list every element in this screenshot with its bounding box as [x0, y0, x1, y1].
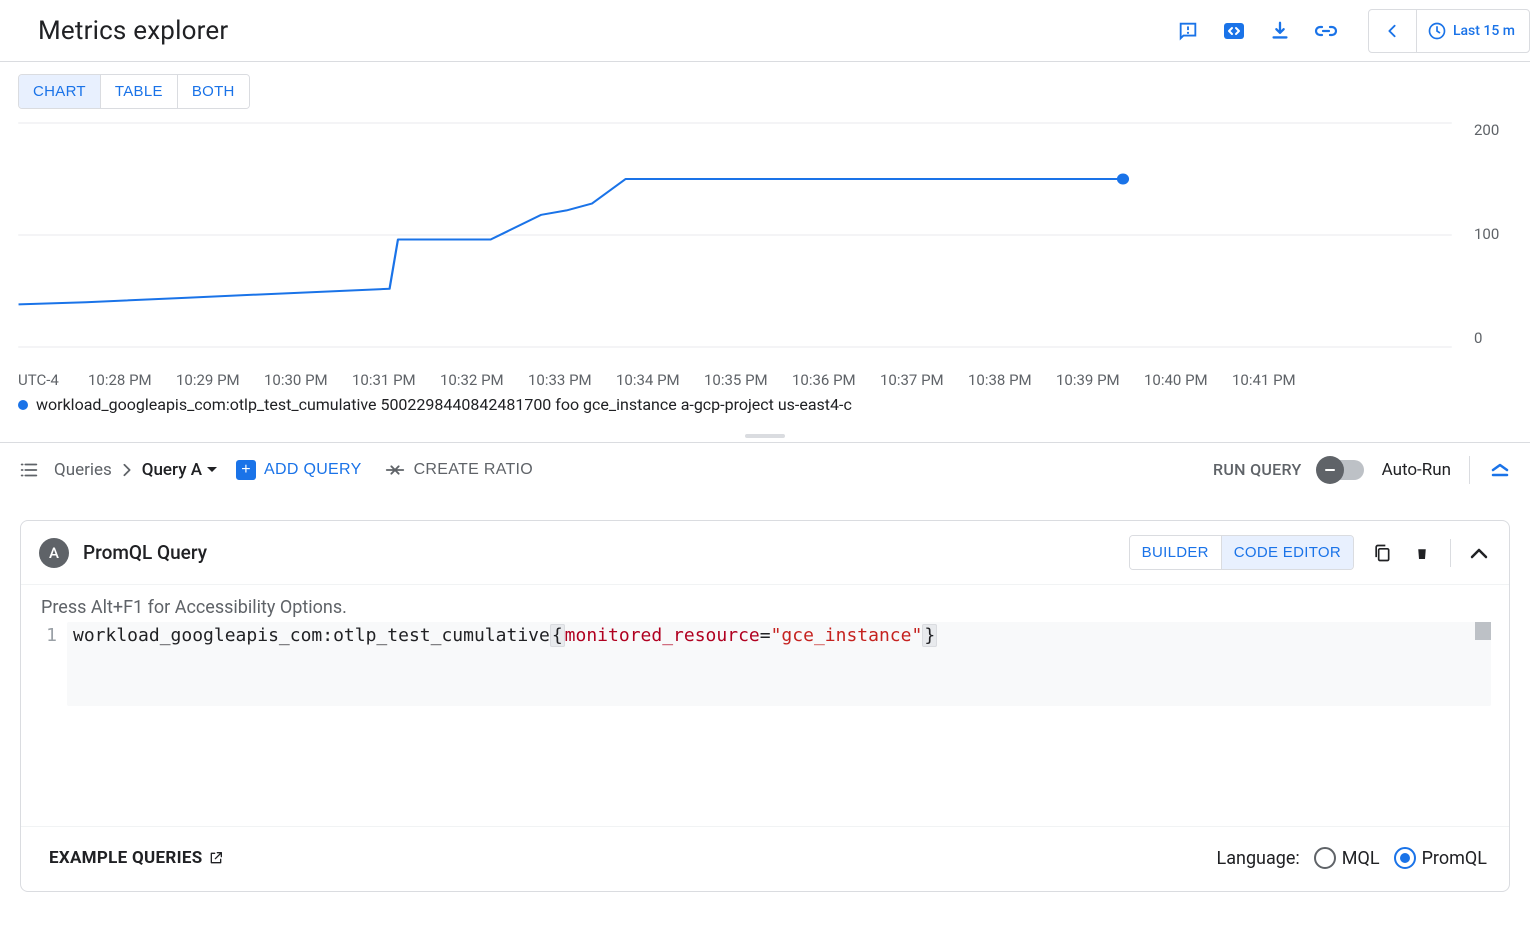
language-label: Language:: [1217, 848, 1300, 869]
y-tick: 200: [1474, 121, 1499, 139]
code-editor-button[interactable]: CODE EDITOR: [1221, 536, 1353, 569]
breadcrumb: Queries Query A: [54, 460, 218, 480]
x-tick: 10:34 PM: [616, 371, 704, 389]
minimap-scrollbar[interactable]: [1475, 622, 1491, 640]
card-actions: BUILDER CODE EDITOR: [1129, 535, 1491, 570]
separator: [1469, 456, 1470, 484]
card-header: A PromQL Query BUILDER CODE EDITOR: [21, 521, 1509, 585]
copy-icon[interactable]: [1370, 541, 1394, 565]
open-external-icon: [208, 850, 224, 866]
legend[interactable]: workload_googleapis_com:otlp_test_cumula…: [16, 389, 1514, 422]
topbar: Metrics explorer Last 15 m: [0, 0, 1530, 62]
auto-run-toggle[interactable]: [1320, 460, 1364, 480]
x-axis-tz: UTC-4: [18, 371, 88, 389]
x-tick: 10:41 PM: [1232, 371, 1320, 389]
toggle-knob: [1316, 456, 1344, 484]
add-query-label: ADD QUERY: [264, 461, 362, 479]
report-issue-icon[interactable]: [1176, 19, 1200, 43]
legend-text: workload_googleapis_com:otlp_test_cumula…: [36, 395, 852, 414]
auto-run-label: Auto-Run: [1382, 460, 1451, 480]
radio-mql-label: MQL: [1342, 848, 1380, 869]
language-picker: Language: MQL PromQL: [1217, 847, 1487, 869]
y-tick: 0: [1474, 329, 1482, 347]
query-card: A PromQL Query BUILDER CODE EDITOR Press…: [20, 520, 1510, 892]
collapse-card-icon[interactable]: [1467, 541, 1491, 565]
breadcrumb-current-label: Query A: [142, 460, 202, 480]
x-tick: 10:38 PM: [968, 371, 1056, 389]
editor-mode-segment: BUILDER CODE EDITOR: [1129, 535, 1354, 570]
run-query-button[interactable]: RUN QUERY: [1213, 460, 1302, 479]
x-tick: 10:30 PM: [264, 371, 352, 389]
time-range-text: Last 15 m: [1453, 23, 1515, 39]
example-queries-label: EXAMPLE QUERIES: [49, 848, 202, 868]
x-tick: 10:37 PM: [880, 371, 968, 389]
x-tick: 10:39 PM: [1056, 371, 1144, 389]
chart-area: CHART TABLE BOTH 200 100 0 UTC-410:28 PM…: [0, 62, 1530, 430]
tab-table[interactable]: TABLE: [100, 75, 177, 108]
x-tick: 10:36 PM: [792, 371, 880, 389]
tab-chart[interactable]: CHART: [19, 75, 100, 108]
legend-dot-icon: [18, 400, 28, 410]
x-tick: 10:35 PM: [704, 371, 792, 389]
separator: [1450, 539, 1451, 567]
x-tick: 10:31 PM: [352, 371, 440, 389]
code-content[interactable]: workload_googleapis_com:otlp_test_cumula…: [67, 622, 1491, 706]
tab-both[interactable]: BOTH: [177, 75, 249, 108]
code-line: 1 workload_googleapis_com:otlp_test_cumu…: [39, 622, 1491, 706]
time-range-prev[interactable]: [1369, 10, 1417, 52]
time-range-picker: Last 15 m: [1368, 9, 1530, 53]
collapse-panel-icon[interactable]: [1488, 458, 1512, 482]
view-tabs: CHART TABLE BOTH: [18, 74, 250, 109]
x-tick: 10:33 PM: [528, 371, 616, 389]
delete-icon[interactable]: [1410, 541, 1434, 565]
example-queries-link[interactable]: EXAMPLE QUERIES: [49, 848, 224, 868]
create-ratio-button[interactable]: CREATE RATIO: [380, 455, 537, 485]
list-icon: [18, 459, 40, 481]
y-tick: 100: [1474, 225, 1499, 243]
x-tick: 10:29 PM: [176, 371, 264, 389]
card-title: PromQL Query: [83, 541, 207, 564]
y-axis: 200 100 0: [1454, 109, 1514, 371]
query-avatar: A: [39, 538, 69, 568]
chevron-right-icon: [122, 463, 132, 477]
plot-area[interactable]: [16, 109, 1454, 371]
code-editor[interactable]: Press Alt+F1 for Accessibility Options. …: [21, 585, 1509, 826]
x-axis: UTC-410:28 PM10:29 PM10:30 PM10:31 PM10:…: [16, 371, 1514, 389]
panel-resize-handle[interactable]: [0, 430, 1530, 442]
clock-icon: [1427, 21, 1447, 41]
query-toolbar: Queries Query A + ADD QUERY CREATE RATIO…: [0, 442, 1530, 496]
card-footer: EXAMPLE QUERIES Language: MQL PromQL: [21, 826, 1509, 891]
link-icon[interactable]: [1314, 19, 1338, 43]
ratio-icon: [384, 461, 406, 479]
time-range-label[interactable]: Last 15 m: [1417, 10, 1529, 52]
x-tick: 10:32 PM: [440, 371, 528, 389]
create-ratio-label: CREATE RATIO: [414, 461, 533, 479]
code-icon[interactable]: [1222, 19, 1246, 43]
line-number: 1: [39, 622, 67, 650]
breadcrumb-current[interactable]: Query A: [142, 460, 218, 480]
download-icon[interactable]: [1268, 19, 1292, 43]
x-tick: 10:40 PM: [1144, 371, 1232, 389]
caret-down-icon: [206, 466, 218, 474]
radio-promql[interactable]: PromQL: [1394, 847, 1487, 869]
top-actions: Last 15 m: [1176, 9, 1530, 53]
builder-button[interactable]: BUILDER: [1130, 536, 1221, 569]
x-tick: 10:28 PM: [88, 371, 176, 389]
page-title: Metrics explorer: [38, 16, 228, 46]
radio-mql[interactable]: MQL: [1314, 847, 1380, 869]
chart-wrap: 200 100 0: [16, 109, 1514, 371]
a11y-hint: Press Alt+F1 for Accessibility Options.: [39, 597, 1491, 622]
radio-promql-label: PromQL: [1422, 848, 1487, 869]
plus-icon: +: [236, 460, 256, 480]
breadcrumb-queries[interactable]: Queries: [54, 460, 112, 480]
add-query-button[interactable]: + ADD QUERY: [232, 454, 366, 486]
